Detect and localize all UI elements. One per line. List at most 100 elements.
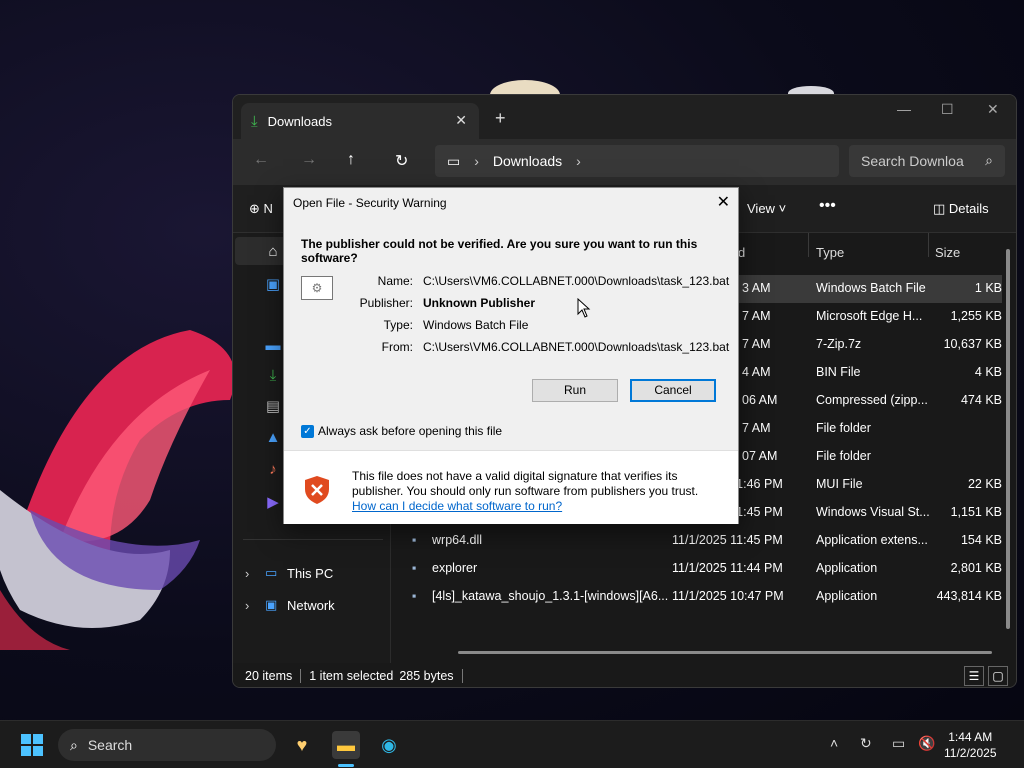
clock-time: 1:44 AM [948,730,993,744]
navigation-bar: ← → ↑ ↻ ▭ › Downloads › Search Downloa ⌕ [233,139,1016,185]
name-value: C:\Users\VM6.COLLABNET.000\Downloads\tas… [423,274,730,288]
details-button[interactable]: ◫ Details [933,201,989,217]
divider [300,669,302,683]
publisher-value: Unknown Publisher [423,296,536,310]
minimize-icon[interactable]: — [897,101,911,117]
close-tab-icon[interactable]: ✕ [455,112,467,129]
documents-icon[interactable]: ▤ [263,397,283,417]
table-row[interactable]: ▪ [4ls]_katawa_shoujo_1.3.1-[windows][A6.… [392,583,1002,611]
back-icon[interactable]: ← [253,151,269,169]
chevron-right-icon[interactable]: › [245,598,265,613]
table-row[interactable]: ▪ explorer 11/1/2025 11:44 PM Application 2,… [392,555,1002,583]
file-type: File folder [816,421,871,435]
up-icon[interactable]: ↑ [347,151,355,169]
help-link[interactable]: How can I decide what software to run? [352,499,562,513]
horizontal-scrollbar[interactable] [458,651,992,654]
tab-downloads[interactable]: ⤓ Downloads ✕ [241,103,479,139]
file-date: 4 AM [742,365,771,379]
file-size: 1,151 KB [950,505,1002,519]
always-ask-checkbox[interactable]: ✓ Always ask before opening this file [301,424,502,438]
maximize-icon[interactable]: ☐ [941,101,954,118]
file-size: 4 KB [974,365,1002,379]
update-icon[interactable]: ↻ [860,735,872,752]
volume-muted-icon[interactable]: 🔇 [918,735,935,752]
close-icon[interactable]: ✕ [717,192,730,212]
file-name: [4ls]_katawa_shoujo_1.3.1-[windows][A6..… [432,589,669,603]
forward-icon[interactable]: → [301,151,317,169]
column-header-type[interactable]: Type [816,245,844,260]
display-icon[interactable]: ▭ [892,735,905,752]
search-icon: ⌕ [70,736,78,753]
chevron-right-icon: › [474,153,479,169]
address-location: Downloads [492,153,563,169]
desktop-icon[interactable]: ▬ [263,337,283,357]
file-explorer-taskbar-icon[interactable]: ▬ [332,731,360,759]
file-icon: ▪ [412,589,417,603]
file-date: 7 AM [742,337,771,351]
sidebar-item-network[interactable]: › ▣ Network [245,597,335,613]
cancel-button[interactable]: Cancel [630,379,716,402]
column-divider[interactable] [808,233,809,257]
table-row[interactable]: ▪ wrp64.dll 11/1/2025 11:45 PM Application … [392,527,1002,555]
taskbar-search[interactable]: ⌕ Search [58,729,276,761]
from-value: C:\Users\VM6.COLLABNET.000\Downloads\tas… [423,340,730,354]
start-button[interactable] [21,734,43,756]
pictures-icon[interactable]: ▲ [263,429,283,449]
vertical-scrollbar[interactable] [1006,249,1010,629]
file-date: 7 AM [742,309,771,323]
computer-icon: ▭ [265,565,278,580]
file-type: 7-Zip.7z [816,337,862,351]
column-header-date[interactable]: d [738,245,745,260]
column-header-size[interactable]: Size [935,245,960,260]
footer-warning-text: This file does not have a valid digital … [352,469,699,498]
refresh-icon[interactable]: ↻ [395,151,408,171]
file-date: 06 AM [742,393,778,407]
home-icon: ⌂ [268,243,278,260]
new-button[interactable]: ⊕ N [249,201,273,217]
security-warning-dialog: Open File - Security Warning ✕ The publi… [283,187,739,524]
warning-question: The publisher could not be verified. Are… [301,237,698,265]
gallery-icon[interactable]: ▣ [263,275,283,295]
more-options-button[interactable]: ••• [819,197,836,215]
file-name: wrp64.dll [432,533,483,547]
chevron-up-icon[interactable]: ˄ [830,735,838,751]
view-button[interactable]: View ˅ [747,201,786,216]
tab-label: Downloads [267,113,332,129]
from-label: From: [381,340,413,354]
checkbox-label: Always ask before opening this file [318,424,503,438]
new-tab-button[interactable]: + [495,108,506,129]
file-date: 11/1/2025 10:47 PM [672,589,784,603]
file-size: 2,801 KB [950,561,1002,575]
search-input[interactable]: Search Downloa ⌕ [849,145,1005,177]
type-label: Type: [383,318,413,332]
file-type: Application [816,561,878,575]
name-label: Name: [377,274,413,288]
file-size: 10,637 KB [943,337,1002,351]
videos-icon[interactable]: ▶ [263,493,283,513]
run-button[interactable]: Run [532,379,618,402]
sidebar-item-label: This PC [287,565,334,581]
chevron-right-icon[interactable]: › [245,566,265,581]
system-clock[interactable]: 1:44 AM 11/2/2025 [944,729,997,761]
details-view-icon[interactable]: ☰ [964,666,984,686]
downloads-icon[interactable]: ⤓ [263,367,283,387]
checkmark-icon[interactable]: ✓ [301,424,314,438]
windows-logo-icon [21,746,31,756]
column-divider[interactable] [928,233,929,257]
file-size: 1,255 KB [950,309,1002,323]
file-name: explorer [432,561,478,575]
mouse-cursor-icon [577,298,591,318]
close-window-icon[interactable]: ✕ [987,101,999,118]
search-icon: ⌕ [985,152,993,168]
monitor-icon: ▭ [447,152,461,169]
address-bar[interactable]: ▭ › Downloads › [435,145,839,177]
edge-browser-icon[interactable]: ◉ [375,731,403,759]
sidebar-item-this-pc[interactable]: › ▭ This PC [245,565,333,581]
file-date: 7 AM [742,421,771,435]
tiles-view-icon[interactable]: ▢ [988,666,1008,686]
shield-warning-icon [305,476,329,504]
katawa-shoujo-app-icon[interactable]: ♥ [288,731,316,759]
file-type: Application extens... [816,533,928,547]
file-size: 443,814 KB [936,589,1002,603]
music-icon[interactable]: ♪ [263,461,283,481]
